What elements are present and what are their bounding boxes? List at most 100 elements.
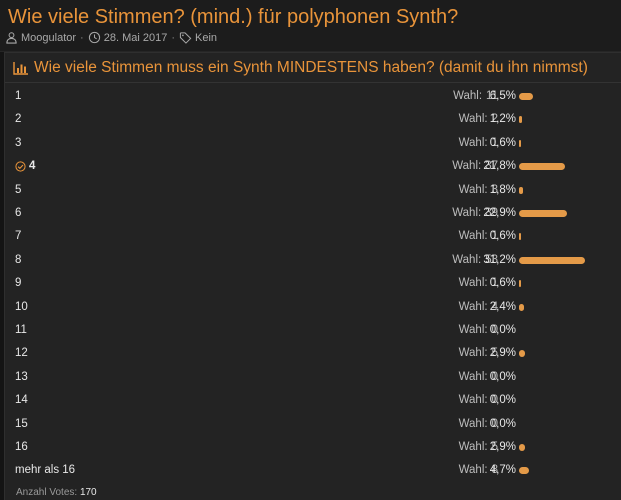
poll-option-row: 8 Wahl: 53 31,2%	[5, 250, 621, 273]
tag-icon	[179, 32, 192, 44]
poll-option-text: 13	[15, 370, 28, 383]
poll-option-percent: 1,2%	[489, 113, 516, 126]
vote-prefix: Wahl:	[453, 90, 483, 102]
poll-option-label: 12	[15, 347, 28, 359]
poll-bar	[519, 280, 521, 288]
poll-bar-track	[519, 163, 594, 171]
poll-option-text: 15	[15, 417, 28, 430]
poll-option-text: 12	[15, 347, 28, 360]
poll-option-text: 14	[15, 394, 28, 407]
poll-option-row: 5 Wahl: 3 1,8%	[5, 180, 621, 203]
poll-option-row: 9 Wahl: 1 0,6%	[5, 273, 621, 296]
poll-bar	[519, 256, 585, 264]
poll-option-percent: 21,8%	[483, 160, 516, 173]
poll-option-label: 15	[15, 418, 28, 430]
vote-total-value: 170	[79, 487, 97, 498]
poll-option-label: 10	[15, 301, 28, 313]
poll-option-row: 6 Wahl: 39 22,9%	[5, 203, 621, 226]
poll-bar-track	[519, 210, 594, 217]
poll-option-row: 11 Wahl: 0 0,0%	[5, 320, 621, 343]
poll-option-percent: 0,0%	[489, 394, 516, 407]
vote-prefix: Wahl:	[452, 253, 482, 266]
poll-option-row: 12 Wahl: 5 2,9%	[5, 343, 621, 366]
poll-bar-track	[519, 374, 594, 381]
poll-option-text: 5	[15, 183, 22, 196]
poll-option-row: 2 Wahl: 2 1,2%	[5, 109, 621, 132]
poll-option-row: 4 Wahl: 37 21,8%	[5, 156, 621, 179]
poll-option-text: 7	[15, 230, 22, 243]
thread-meta: Moogulator · 28. Mai 2017 · Kein	[5, 31, 217, 44]
user-icon	[6, 32, 17, 44]
poll-bar-track	[519, 256, 594, 264]
poll-bar	[519, 210, 568, 217]
meta-separator: ·	[80, 31, 84, 44]
poll-option-percent: 2,9%	[489, 441, 516, 453]
poll-option-row: 14 Wahl: 0 0,0%	[5, 390, 621, 413]
vote-prefix: Wahl:	[452, 160, 482, 173]
vote-total-label: Anzahl Votes:	[16, 487, 78, 498]
poll-bar-track	[519, 303, 594, 311]
poll-bar	[519, 139, 521, 147]
poll-bar-track	[519, 139, 594, 147]
poll-option-text: 16	[15, 441, 28, 453]
poll-bar	[519, 350, 526, 358]
poll-option-label: 5	[15, 184, 21, 196]
thread-date[interactable]: 28. Mai 2017	[104, 32, 168, 44]
poll-bar-track	[519, 397, 594, 404]
poll-bar-track	[519, 280, 594, 288]
poll-option-label: 16	[15, 441, 28, 453]
vote-total: Anzahl Votes: 170	[16, 487, 97, 498]
poll-option-row: 13 Wahl: 0 0,0%	[5, 367, 621, 390]
poll-option-text: 3	[15, 136, 22, 149]
poll-option-percent: 2,9%	[489, 347, 516, 360]
poll-option-text: 1	[15, 90, 22, 102]
poll-option-row: 16 Wahl: 5 2,9%	[5, 437, 621, 460]
poll-option-text: 4	[29, 160, 36, 173]
voted-check-icon	[15, 161, 26, 172]
poll-option-percent: 0,6%	[489, 277, 516, 290]
poll-option-text: 10	[15, 300, 28, 313]
thread-tags[interactable]: Kein	[195, 32, 217, 44]
poll-option-row: 1 Wahl: 11 6,5%	[5, 86, 621, 109]
poll-bar	[519, 163, 565, 171]
poll-option-row: 10 Wahl: 4 2,4%	[5, 297, 621, 320]
poll-bar	[519, 467, 529, 475]
poll-option-label: 14	[15, 394, 28, 406]
poll-option-text: 11	[15, 324, 27, 336]
poll-option-text: 9	[15, 277, 22, 290]
poll-header: Wie viele Stimmen muss ein Synth MINDEST…	[5, 53, 621, 83]
poll-bar	[519, 233, 521, 241]
poll-option-row: 15 Wahl: 0 0,0%	[5, 414, 621, 437]
poll-option-label: mehr als 16	[15, 464, 75, 476]
poll-option-percent: 0,0%	[489, 324, 516, 336]
poll-option-text: 6	[15, 207, 22, 219]
poll-bar	[519, 186, 523, 194]
poll-option-label: 2	[15, 113, 21, 125]
thread-title: Wie viele Stimmen? (mind.) für polyphone…	[8, 6, 459, 28]
poll-bar-track	[519, 350, 594, 358]
author-link[interactable]: Moogulator	[21, 32, 76, 44]
poll-option-row: 3 Wahl: 1 0,6%	[5, 133, 621, 156]
meta-separator: ·	[171, 31, 175, 44]
poll-bar-track	[519, 233, 594, 241]
poll-bar-track	[519, 444, 594, 451]
poll-option-label: 13	[15, 371, 28, 383]
poll-block: Wie viele Stimmen muss ein Synth MINDEST…	[4, 52, 621, 500]
poll-bar-track	[519, 93, 594, 100]
poll-option-percent: 0,0%	[489, 417, 516, 430]
poll-option-label: 9	[15, 277, 21, 289]
poll-option-row: mehr als 16 Wahl: 8 4,7%	[5, 460, 621, 483]
vote-prefix: Wahl:	[452, 207, 482, 219]
poll-bar	[519, 444, 526, 451]
poll-option-label: 6	[15, 207, 21, 219]
poll-option-percent: 2,4%	[489, 300, 516, 313]
poll-bar-track	[519, 327, 594, 334]
bar-chart-icon	[13, 62, 28, 75]
poll-bar	[519, 116, 522, 124]
poll-option-text: mehr als 16	[15, 464, 76, 477]
poll-question: Wie viele Stimmen muss ein Synth MINDEST…	[34, 59, 588, 76]
poll-option-row: 7 Wahl: 1 0,6%	[5, 226, 621, 249]
poll-bar-track	[519, 421, 594, 428]
poll-option-percent: 0,6%	[489, 230, 516, 243]
poll-option-percent: 0,0%	[489, 370, 516, 383]
